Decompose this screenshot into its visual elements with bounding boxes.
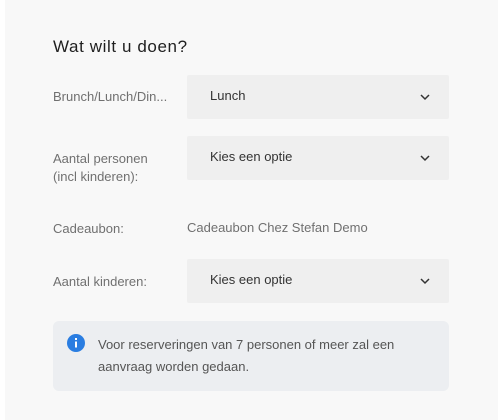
chevron-down-icon bbox=[420, 278, 430, 285]
info-text: Voor reserveringen van 7 personen of mee… bbox=[98, 337, 395, 374]
persons-select-value: Kies een optie bbox=[210, 149, 293, 164]
meal-label: Brunch/Lunch/Din... bbox=[53, 89, 168, 104]
meal-select-value: Lunch bbox=[210, 88, 246, 103]
children-label: Aantal kinderen: bbox=[53, 274, 147, 289]
info-icon bbox=[67, 334, 85, 352]
voucher-value: Cadeaubon Chez Stefan Demo bbox=[187, 220, 368, 235]
persons-label: Aantal personen (incl kinderen): bbox=[53, 151, 148, 184]
info-notice: Voor reserveringen van 7 personen of mee… bbox=[53, 321, 449, 391]
section-title: Wat wilt u doen? bbox=[53, 37, 188, 56]
voucher-label: Cadeaubon: bbox=[53, 221, 124, 236]
persons-select[interactable]: Kies een optie bbox=[187, 136, 449, 180]
children-select-value: Kies een optie bbox=[210, 272, 293, 287]
children-select[interactable]: Kies een optie bbox=[187, 259, 449, 303]
chevron-down-icon bbox=[420, 94, 430, 101]
chevron-down-icon bbox=[420, 155, 430, 162]
meal-select[interactable]: Lunch bbox=[187, 75, 449, 119]
